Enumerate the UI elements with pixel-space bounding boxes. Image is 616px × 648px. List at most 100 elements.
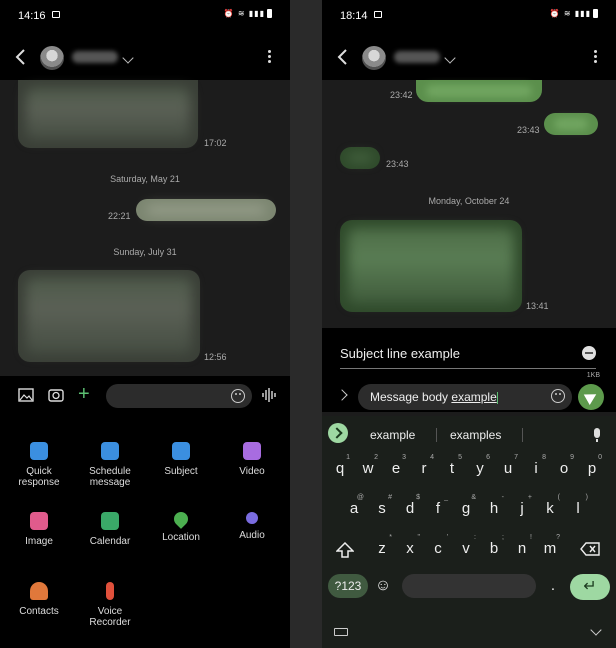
key[interactable]: m? [538,534,562,557]
key[interactable]: b; [482,534,506,557]
more-options-icon[interactable] [594,50,598,64]
chevron-down-icon[interactable] [122,52,134,64]
attach-image[interactable]: Image [4,512,74,547]
message-bubble-outgoing[interactable] [136,199,276,221]
emoji-key-icon[interactable]: ☺ [374,574,392,598]
space-bar[interactable] [402,574,536,598]
key[interactable]: q1 [328,454,352,477]
message-bubble-incoming[interactable] [18,80,198,148]
attach-label: Schedule message [89,466,131,488]
key[interactable]: j + [510,494,534,517]
quick-response-icon [30,442,48,460]
key[interactable]: p0 [580,454,604,477]
key-hint: ( [557,494,560,501]
key[interactable]: d $ [398,494,422,517]
subject-input[interactable]: Subject line example [340,346,460,361]
key[interactable]: r4 [412,454,436,477]
attach-audio[interactable]: Audio [217,512,287,541]
attach-voice-recorder[interactable]: Voice Recorder [75,582,145,628]
attach-calendar[interactable]: Calendar [75,512,145,547]
keyboard-toolbar-toggle-icon[interactable] [328,423,348,443]
back-arrow-icon[interactable] [14,47,28,67]
key[interactable]: f _ [426,494,450,517]
key[interactable]: t5 [440,454,464,477]
attach-label: Voice Recorder [89,606,131,628]
symbols-key[interactable]: ?123 [328,574,368,598]
contact-avatar[interactable] [40,46,64,70]
attach-location[interactable]: Location [146,509,216,543]
attachment-panel: Quick response Schedule message Subject … [0,416,290,648]
key[interactable]: y6 [468,454,492,477]
key[interactable]: l) [566,494,590,517]
message-bubble-outgoing[interactable] [416,80,542,102]
message-bubble-outgoing[interactable] [544,113,598,135]
key[interactable]: e3 [384,454,408,477]
key-letter: b [489,540,499,557]
key-hint: # [388,494,392,501]
period-key[interactable]: . [546,574,560,598]
key[interactable]: s # [370,494,394,517]
emoji-icon[interactable] [231,389,245,403]
key[interactable]: u7 [496,454,520,477]
suggestion-word[interactable]: examples [450,428,501,442]
gallery-notification-icon [374,11,382,18]
more-options-icon[interactable] [268,50,272,64]
attach-quick-response[interactable]: Quick response [4,442,74,488]
message-input[interactable] [106,384,252,408]
key-letter: h [489,500,499,517]
key-hint: 6 [486,454,490,461]
key[interactable]: x " [398,534,422,557]
hide-keyboard-icon[interactable] [590,624,602,636]
contact-avatar[interactable] [362,46,386,70]
key-hint: ) [585,494,588,501]
emoji-icon[interactable] [551,389,565,403]
key[interactable]: i8 [524,454,548,477]
voice-wave-icon[interactable] [262,388,276,402]
backspace-icon[interactable] [580,542,600,556]
attach-video[interactable]: Video [217,442,287,477]
key[interactable]: v: [454,534,478,557]
key[interactable]: a @ [342,494,366,517]
key-letter: t [449,460,455,477]
suggestion-word[interactable]: example [370,428,415,442]
enter-key[interactable] [570,574,610,600]
key[interactable]: n! [510,534,534,557]
gallery-icon[interactable] [18,388,34,402]
keyboard-switch-icon[interactable] [334,628,348,636]
key-letter: w [362,460,374,477]
contact-name-redacted[interactable] [72,51,118,63]
shift-icon[interactable] [336,542,354,558]
key[interactable]: w2 [356,454,380,477]
message-bubble-incoming[interactable] [340,147,380,169]
send-button[interactable] [578,384,604,410]
message-body-input[interactable]: Message body example [358,384,572,410]
attach-label: Image [25,536,53,547]
chevron-down-icon[interactable] [444,52,456,64]
key[interactable]: g & [454,494,478,517]
expand-chevron-icon[interactable] [336,389,348,401]
attach-schedule-message[interactable]: Schedule message [75,442,145,488]
attach-contacts[interactable]: Contacts [4,582,74,617]
message-timestamp: 23:43 [517,125,540,135]
key[interactable]: o9 [552,454,576,477]
key[interactable]: h- [482,494,506,517]
conversation-header [322,34,616,80]
suggestion-divider [436,428,437,442]
contact-name-redacted[interactable] [394,51,440,63]
attach-subject[interactable]: Subject [146,442,216,477]
key[interactable]: k( [538,494,562,517]
suggestion-divider [522,428,523,442]
date-divider: Saturday, May 21 [110,174,180,184]
microphone-icon[interactable] [594,428,600,442]
add-attachment-icon[interactable]: + [78,384,90,404]
camera-icon[interactable] [48,388,64,402]
back-arrow-icon[interactable] [336,47,350,67]
message-bubble-incoming[interactable] [340,220,522,312]
message-bubble-incoming[interactable] [18,270,200,362]
key[interactable]: z * [370,534,394,557]
key[interactable]: c ' [426,534,450,557]
message-body-text: Message body example [370,390,498,404]
remove-subject-icon[interactable] [582,346,596,360]
schedule-icon [101,442,119,460]
key-hint: ; [502,534,504,541]
